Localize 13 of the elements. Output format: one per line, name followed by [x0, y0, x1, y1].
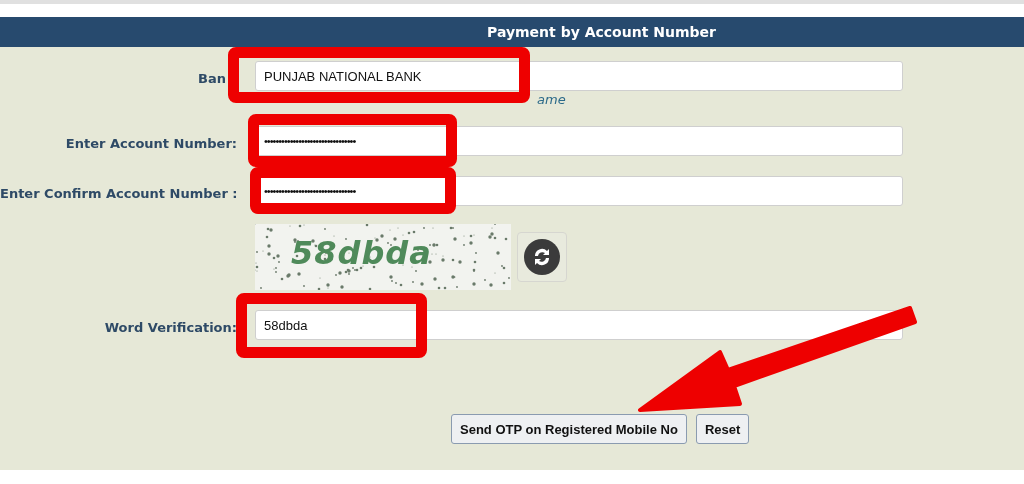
field-label: Enter Confirm Account Number : — [0, 186, 238, 201]
hint-text: ame — [537, 92, 566, 107]
field-label: Ban — [198, 71, 226, 86]
input-field[interactable]: 58dbda — [255, 310, 903, 340]
input-field[interactable]: PUNJAB NATIONAL BANK — [255, 61, 903, 91]
header-title: Payment by Account Number — [487, 24, 716, 40]
refresh-icon — [524, 239, 560, 275]
captcha-text: 58dbda — [291, 234, 432, 272]
form-button[interactable]: Send OTP on Registered Mobile No — [451, 414, 687, 444]
form-button[interactable]: Reset — [695, 414, 750, 444]
field-label: Enter Account Number: — [65, 136, 237, 151]
refresh-button[interactable] — [517, 232, 567, 282]
field-label: Word Verification: — [104, 320, 237, 335]
